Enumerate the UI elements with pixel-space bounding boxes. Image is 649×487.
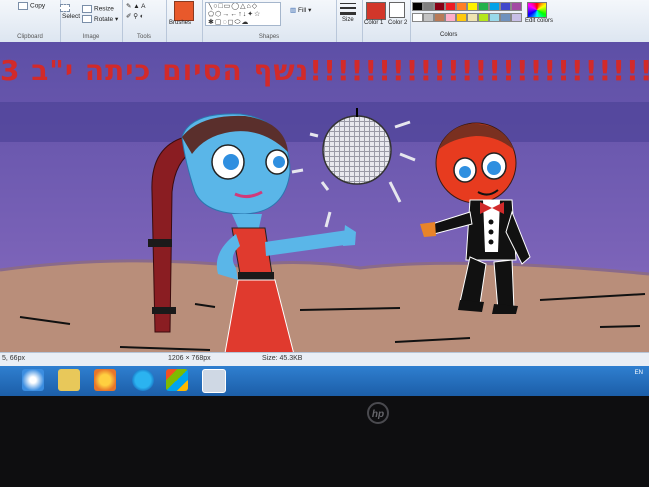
image-group-label: Image	[82, 34, 100, 40]
palette-swatch[interactable]	[511, 13, 522, 22]
dark-band	[0, 102, 649, 142]
rotate-icon	[82, 15, 92, 24]
palette-swatch[interactable]	[445, 2, 456, 11]
resize-label: Resize	[94, 5, 114, 13]
palette-swatch[interactable]	[423, 13, 434, 22]
size-line-3	[340, 12, 356, 15]
palette-swatch[interactable]	[489, 13, 500, 22]
palette-swatch[interactable]	[478, 13, 489, 22]
fill-label: Fill	[297, 7, 307, 14]
resize-icon	[82, 5, 92, 13]
image-dimensions: 1206 × 768px	[168, 355, 211, 362]
color1-swatch[interactable]	[366, 2, 386, 20]
canvas-title-text: נשף הסיום כיתה י"ב 3!!!!!!!!!!!!!!!!!!!!…	[0, 54, 649, 87]
hp-logo: hp	[367, 402, 389, 424]
language-indicator[interactable]: EN	[635, 370, 643, 376]
disco-ball	[322, 115, 392, 185]
tools-group-label: Tools	[136, 34, 151, 40]
brushes-icon	[174, 1, 194, 21]
file-size: Size: 45.3KB	[262, 355, 303, 362]
color-selection-group: Color 1 Color 2	[362, 0, 411, 42]
ie-icon[interactable]	[22, 369, 44, 391]
laptop-bezel	[0, 396, 649, 487]
media-player-icon[interactable]	[94, 369, 116, 391]
palette-swatch[interactable]	[412, 2, 423, 11]
brushes-group[interactable]: Brushes	[166, 0, 203, 42]
color2-label: Color 2	[388, 20, 408, 26]
palette-swatch[interactable]	[456, 13, 467, 22]
select-label: Select	[62, 13, 81, 20]
fill-button[interactable]: ▥ Fill ▾	[290, 6, 311, 14]
palette-swatch[interactable]	[500, 2, 511, 11]
screen: Copy Clipboard Select Resize Rotate ▾ Im…	[0, 0, 649, 400]
palette-swatch[interactable]	[412, 13, 423, 22]
windows-taskbar: EN	[0, 366, 649, 396]
palette-swatch[interactable]	[456, 2, 467, 11]
edit-colors-button[interactable]	[527, 2, 547, 18]
clipboard-group: Copy Clipboard	[0, 0, 61, 42]
select-icon	[60, 4, 70, 12]
palette-swatch[interactable]	[500, 13, 511, 22]
color2-swatch[interactable]	[389, 2, 405, 18]
color1-label: Color 1	[364, 20, 384, 26]
skype-icon[interactable]	[132, 369, 154, 391]
palette-swatch[interactable]	[511, 2, 522, 11]
palette-swatch[interactable]	[467, 2, 478, 11]
paint-ribbon: Copy Clipboard Select Resize Rotate ▾ Im…	[0, 0, 649, 43]
brushes-label: Brushes	[169, 20, 192, 26]
resize-button[interactable]: Resize	[82, 5, 114, 13]
palette-swatch[interactable]	[478, 2, 489, 11]
status-bar: 5, 66px 1206 × 768px Size: 45.3KB	[0, 352, 649, 367]
palette-swatch[interactable]	[434, 13, 445, 22]
copy-icon	[18, 2, 28, 10]
pencil-tool[interactable]: ✎ ▲ A	[126, 2, 145, 10]
select-button[interactable]	[60, 4, 72, 12]
shapes-group-label: Shapes	[258, 34, 280, 40]
palette-swatch[interactable]	[434, 2, 445, 11]
color-palette	[412, 2, 522, 26]
palette-swatch[interactable]	[489, 2, 500, 11]
palette-swatch[interactable]	[423, 2, 434, 11]
palette-swatch[interactable]	[467, 13, 478, 22]
size-line-1	[340, 3, 356, 4]
size-group[interactable]: Size	[336, 0, 363, 42]
size-line-2	[340, 7, 356, 9]
fill-icon: ▥	[290, 7, 297, 14]
paint-icon[interactable]	[202, 369, 226, 393]
canvas-drawing	[0, 42, 649, 352]
folder-icon[interactable]	[58, 369, 80, 391]
windows-update-icon[interactable]	[166, 369, 188, 391]
paint-canvas[interactable]: נשף הסיום כיתה י"ב 3!!!!!!!!!!!!!!!!!!!!…	[0, 42, 649, 352]
clipboard-group-label: Clipboard	[17, 34, 43, 40]
colors-group-label: Colors	[440, 32, 458, 38]
copy-button[interactable]: Copy	[18, 2, 45, 10]
rotate-button[interactable]: Rotate ▾	[82, 15, 118, 24]
size-label: Size	[342, 17, 354, 23]
copy-label: Copy	[30, 2, 46, 10]
rotate-label: Rotate	[94, 16, 114, 23]
image-group: Select Resize Rotate ▾ Image	[60, 0, 123, 42]
shapes-gallery[interactable]: ╲○□▭◯△⌂◇ ⬠⬡→←↑↓✦☆ ✱▢◌◻⬭☁	[205, 2, 281, 26]
edit-colors-label: Edit colors	[525, 18, 554, 24]
palette-swatch[interactable]	[445, 13, 456, 22]
brown-floor	[0, 260, 649, 352]
tools-group: ✎ ▲ A ✐ ⚲ ◐ Tools	[122, 0, 167, 42]
picker-tool[interactable]: ✐ ⚲ ◐	[126, 12, 144, 20]
cursor-position: 5, 66px	[2, 355, 25, 362]
